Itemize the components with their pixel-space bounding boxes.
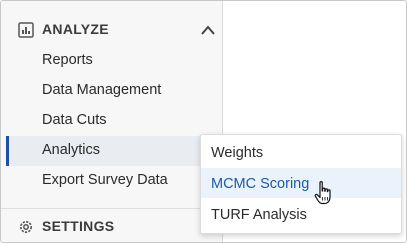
section-title: ANALYZE — [42, 21, 109, 37]
submenu-item-label: Weights — [211, 145, 264, 161]
sidebar-item-data-cuts[interactable]: Data Cuts — [6, 106, 222, 136]
sidebar-divider — [1, 208, 222, 209]
submenu-item-label: TURF Analysis — [211, 207, 307, 223]
sidebar: ANALYZE Reports Data Management Data Cut… — [1, 1, 223, 242]
submenu-item-weights[interactable]: Weights — [201, 137, 401, 167]
sidebar-item-label: Reports — [42, 52, 93, 68]
sidebar-item-label: Data Cuts — [42, 112, 107, 128]
settings-title: SETTINGS — [42, 218, 115, 234]
submenu-item-mcmc-scoring[interactable]: MCMC Scoring — [201, 168, 401, 198]
sidebar-item-reports[interactable]: Reports — [6, 46, 222, 76]
sidebar-item-export-survey-data[interactable]: Export Survey Data — [6, 166, 222, 196]
analytics-submenu: Weights MCMC Scoring TURF Analysis — [200, 134, 402, 234]
sidebar-item-data-management[interactable]: Data Management — [6, 76, 222, 106]
submenu-item-label: MCMC Scoring — [211, 176, 310, 192]
sidebar-item-label: Analytics — [42, 142, 101, 158]
sidebar-item-label: Export Survey Data — [42, 172, 168, 188]
analyze-section-header[interactable]: ANALYZE — [1, 13, 222, 47]
bar-chart-icon — [18, 22, 34, 38]
submenu-item-turf-analysis[interactable]: TURF Analysis — [201, 199, 401, 229]
window-frame: ANALYZE Reports Data Management Data Cut… — [0, 0, 407, 243]
sidebar-item-analytics[interactable]: Analytics — [6, 136, 222, 166]
hand-pointer-icon — [314, 181, 331, 205]
gear-icon — [20, 221, 32, 233]
chevron-up-icon[interactable] — [199, 23, 217, 37]
sidebar-item-label: Data Management — [42, 82, 162, 98]
settings-section-header[interactable]: SETTINGS — [1, 211, 222, 241]
